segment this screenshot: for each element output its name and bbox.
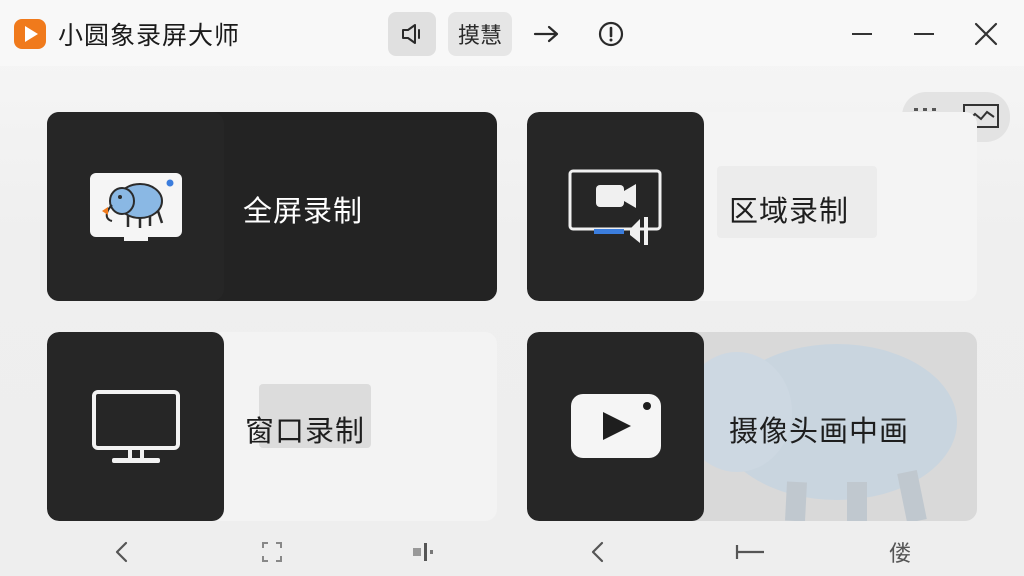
close-icon	[974, 22, 998, 46]
split-icon	[413, 543, 433, 561]
crop-icon	[262, 542, 282, 562]
elephant-screen-icon	[89, 172, 182, 241]
window-record-label: 窗口录制	[245, 414, 366, 448]
region-icon-tile	[527, 112, 704, 301]
nav-crop-button[interactable]	[252, 532, 292, 572]
full-screen-record-card[interactable]: 全屏录制	[47, 112, 497, 301]
speaker-icon	[402, 24, 420, 44]
back-icon	[591, 541, 604, 563]
video-play-icon	[570, 393, 661, 458]
full-screen-record-label: 全屏录制	[243, 194, 364, 228]
minimize-button[interactable]	[842, 14, 882, 54]
region-camera-icon	[568, 169, 661, 245]
close-button[interactable]	[966, 14, 1006, 54]
sound-button[interactable]	[388, 12, 436, 56]
monitor-icon	[91, 389, 180, 463]
region-record-label: 区域录制	[729, 194, 850, 228]
info-icon	[598, 21, 624, 47]
app-title: 小圆象录屏大师	[58, 21, 241, 50]
minimize-icon	[914, 33, 934, 35]
camera-pip-label: 摄像头画中画	[729, 414, 910, 448]
nav-dash-button[interactable]	[730, 532, 770, 572]
dash-icon	[735, 545, 764, 559]
info-button[interactable]	[590, 12, 632, 56]
camera-pip-card[interactable]: 摄像头画中画	[527, 332, 977, 521]
back-icon	[115, 541, 128, 563]
app-logo-icon	[14, 19, 46, 49]
app-window: 小圆象录屏大师 摸慧 全屏录制 区域录制 窗口录制 摄像头画中画 偻	[0, 0, 1024, 576]
full-screen-icon-tile	[47, 112, 224, 301]
text-toolbar-button[interactable]: 摸慧	[448, 12, 512, 56]
nav-back-button[interactable]	[102, 532, 142, 572]
next-button[interactable]	[526, 12, 568, 56]
camera-icon-tile	[527, 332, 704, 521]
nav-back-button-2[interactable]	[578, 532, 618, 572]
nav-text-button[interactable]: 偻	[880, 532, 920, 572]
bottom-navigation: 偻	[0, 526, 1024, 576]
window-record-card[interactable]: 窗口录制	[47, 332, 497, 521]
nav-split-button[interactable]	[402, 532, 442, 572]
window-icon-tile	[47, 332, 224, 521]
minimize-button-2[interactable]	[904, 14, 944, 54]
region-record-card[interactable]: 区域录制	[527, 112, 977, 301]
arrow-right-icon	[533, 25, 559, 43]
minimize-icon	[852, 33, 872, 35]
title-bar: 小圆象录屏大师 摸慧	[0, 0, 1024, 66]
